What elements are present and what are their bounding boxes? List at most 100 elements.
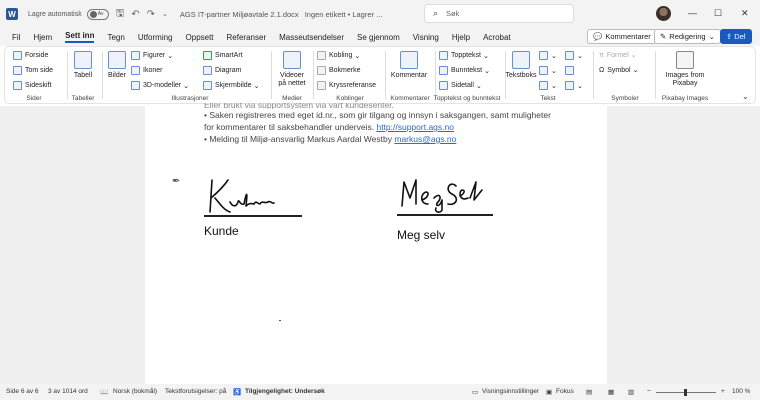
symbol-button[interactable]: Ω Symbol ⌄ [599, 66, 638, 75]
customize-toolbar-icon[interactable]: ⌄ [162, 10, 168, 18]
display-settings-icon[interactable]: ▭ [472, 388, 478, 396]
sensitivity-status[interactable]: Ingen etikett • Lagrer ... [305, 10, 383, 19]
undo-icon[interactable]: ↶ [131, 9, 139, 20]
bookmark-button[interactable]: Bokmerke [317, 66, 361, 75]
focus-icon[interactable]: ▣ [546, 388, 552, 396]
tab-fil[interactable]: Fil [12, 33, 20, 42]
group-label-media: Medier [282, 95, 302, 102]
chevron-down-icon: ⌄ [482, 52, 489, 60]
link-button[interactable]: Kobling ⌄ [317, 51, 360, 60]
tab-sett-inn[interactable]: Sett inn [65, 31, 95, 43]
signature-line-customer [204, 215, 302, 217]
save-icon[interactable]: 🖫 [116, 6, 125, 23]
text-predictions[interactable]: Tekstforutsigelser: på [165, 388, 226, 395]
tab-referanser[interactable]: Referanser [227, 33, 267, 42]
pencil-icon: ✎ [660, 32, 667, 41]
search-box[interactable]: ⌕ Søk [424, 4, 574, 23]
zoom-level[interactable]: 100 % [732, 388, 750, 395]
document-title[interactable]: AGS IT-partner Miljøavtale 2.1.docx [180, 10, 299, 19]
close-icon[interactable]: ✕ [741, 8, 749, 19]
ribbon-separator [102, 51, 103, 99]
focus-mode[interactable]: Fokus [556, 388, 574, 395]
tab-hjelp[interactable]: Hjelp [452, 33, 470, 42]
signature-line-button[interactable]: ⌄ [565, 51, 583, 60]
pictures-button[interactable]: Bilder [105, 51, 129, 80]
maximize-icon[interactable]: ☐ [714, 8, 722, 19]
minimize-icon[interactable]: — [688, 8, 697, 18]
zoom-slider[interactable] [656, 389, 716, 396]
cover-page-button[interactable]: Forside [13, 51, 48, 60]
tab-utforming[interactable]: Utforming [138, 33, 173, 42]
read-mode-icon[interactable]: ▤ [586, 388, 592, 396]
new-comment-button[interactable]: Kommentar [387, 51, 431, 80]
zoom-slider-thumb[interactable] [684, 389, 687, 396]
text-box-button[interactable]: Tekstboks [505, 51, 537, 80]
page-number-button[interactable]: Sidetall ⌄ [439, 81, 482, 90]
word-count[interactable]: 3 av 1014 ord [48, 388, 88, 395]
header-button[interactable]: Topptekst ⌄ [439, 51, 489, 60]
header-icon [439, 51, 448, 60]
online-video-button[interactable]: Videoer på nettet [273, 51, 311, 88]
wordart-icon [539, 66, 548, 75]
page-count[interactable]: Side 6 av 6 [6, 388, 39, 395]
toggle-knob [89, 10, 97, 18]
tab-tegn[interactable]: Tegn [107, 33, 124, 42]
share-button[interactable]: ⇪ Del [720, 29, 752, 44]
icons-button[interactable]: Ikoner [131, 66, 162, 75]
tab-visning[interactable]: Visning [413, 33, 439, 42]
web-layout-icon[interactable]: ▥ [628, 388, 634, 396]
tab-acrobat[interactable]: Acrobat [483, 33, 511, 42]
text-box-icon [512, 51, 530, 69]
blank-page-button[interactable]: Tom side [13, 66, 53, 75]
smartart-icon [203, 51, 212, 60]
smartart-button[interactable]: SmartArt [203, 51, 243, 60]
quick-parts-icon [539, 51, 548, 60]
contact-text: • Melding til Miljø-ansvarlig Markus Aar… [204, 134, 392, 144]
tab-masseutsendelser[interactable]: Masseutsendelser [279, 33, 344, 42]
page-break-button[interactable]: Sideskift [13, 81, 51, 90]
display-settings[interactable]: Visningsinnstillinger [482, 388, 539, 395]
editing-mode-button[interactable]: ✎ Redigering ⌄ [654, 29, 721, 44]
cross-reference-button[interactable]: Kryssreferanse [317, 81, 376, 90]
chevron-down-icon: ⌄ [577, 52, 583, 60]
date-time-button[interactable] [565, 66, 577, 75]
table-icon [74, 51, 92, 69]
drop-cap-button[interactable]: ⌄ [539, 81, 557, 90]
screenshot-button[interactable]: Skjermbilde ⌄ [203, 81, 259, 90]
shapes-icon [131, 51, 140, 60]
accessibility-status[interactable]: Tilgjengelighet: Undersøk [245, 388, 325, 395]
blank-page-icon [13, 66, 22, 75]
object-button[interactable]: ⌄ [565, 81, 583, 90]
accessibility-icon[interactable]: ♿ [233, 388, 241, 396]
collapse-ribbon-icon[interactable]: ⌄ [742, 92, 749, 101]
equation-button[interactable]: π Formel ⌄ [599, 51, 637, 60]
support-link[interactable]: http://support.ags.no [376, 122, 454, 132]
footer-button[interactable]: Bunntekst ⌄ [439, 66, 490, 75]
table-button[interactable]: Tabell [69, 51, 97, 80]
chart-button[interactable]: Diagram [203, 66, 241, 75]
pixabay-images-button[interactable]: Images from Pixabay [661, 51, 709, 88]
tab-oppsett[interactable]: Oppsett [186, 33, 214, 42]
zoom-out-icon[interactable]: − [647, 388, 651, 395]
email-link[interactable]: markus@ags.no [394, 134, 456, 144]
document-page[interactable] [145, 106, 607, 384]
ribbon-separator [313, 51, 314, 99]
chevron-down-icon: ⌄ [183, 82, 189, 90]
language[interactable]: Norsk (bokmål) [113, 388, 157, 395]
redo-icon[interactable]: ↷ [147, 9, 155, 20]
zoom-in-icon[interactable]: + [721, 388, 725, 395]
3d-models-button[interactable]: 3D-modeller ⌄ [131, 81, 189, 90]
tab-hjem[interactable]: Hjem [33, 33, 52, 42]
comments-button[interactable]: 💬 Kommentarer [587, 29, 657, 44]
avatar[interactable] [656, 6, 671, 21]
proofing-icon[interactable]: 📖 [100, 388, 108, 396]
picture-icon [108, 51, 126, 69]
quick-parts-button[interactable]: ⌄ [539, 51, 557, 60]
shapes-button[interactable]: Figurer ⌄ [131, 51, 173, 60]
print-layout-icon[interactable]: ▦ [608, 388, 614, 396]
ribbon-separator [385, 51, 386, 99]
tab-se-gjennom[interactable]: Se gjennom [357, 33, 400, 42]
ink-pen-icon[interactable]: ✒ [172, 176, 180, 187]
wordart-button[interactable]: ⌄ [539, 66, 557, 75]
autosave-toggle[interactable]: Av [86, 8, 109, 20]
